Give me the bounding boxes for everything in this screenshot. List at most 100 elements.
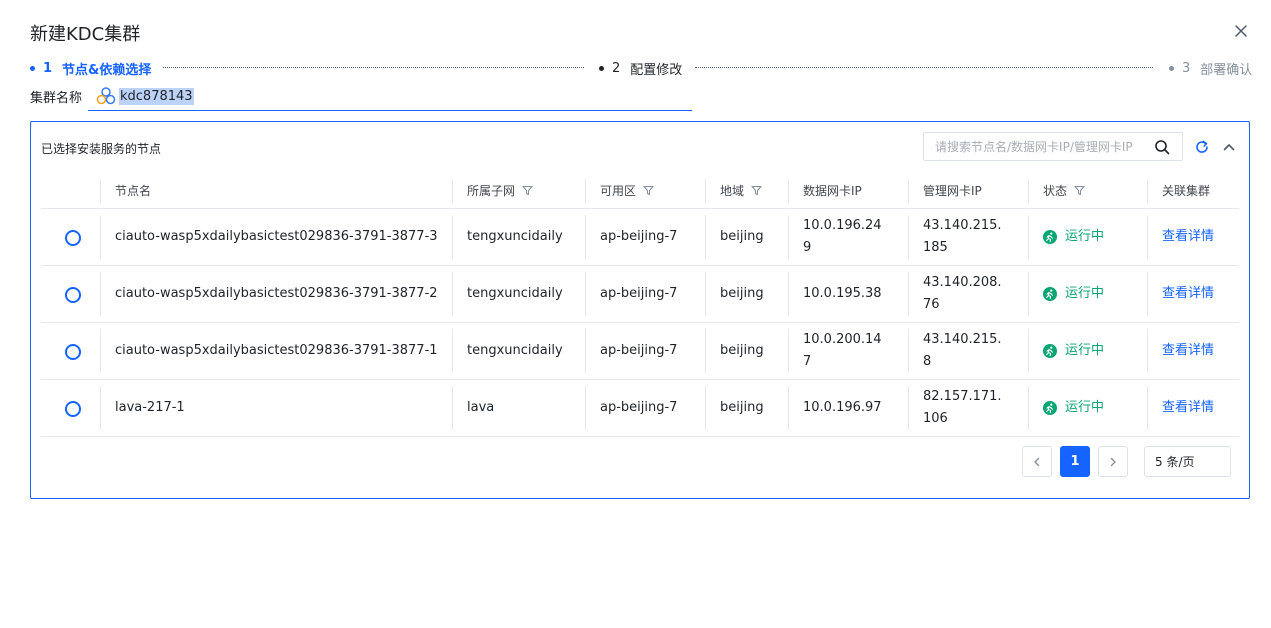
subnet-cell: tengxuncidaily — [467, 286, 563, 301]
refresh-icon[interactable] — [1194, 139, 1210, 155]
step-label: 配置修改 — [630, 62, 683, 78]
status-cell: 运行中 — [1043, 209, 1104, 265]
status-badge: 运行中 — [1043, 397, 1104, 419]
step-number: 2 — [612, 60, 621, 76]
step-dot — [30, 65, 35, 71]
chevron-right-icon — [1110, 457, 1116, 466]
step-3: 3 部署确认 — [1169, 58, 1252, 78]
cluster-icon — [96, 87, 116, 105]
column-divider — [908, 386, 909, 430]
column-divider — [1028, 329, 1029, 373]
zone-cell: ap-beijing-7 — [600, 343, 678, 358]
row-radio[interactable] — [65, 401, 81, 417]
step-label: 节点&依赖选择 — [62, 62, 152, 78]
column-divider — [452, 386, 453, 430]
status-text: 运行中 — [1065, 343, 1105, 358]
close-icon[interactable] — [1232, 22, 1250, 40]
node-name-cell: ciauto-wasp5xdailybasictest029836-3791-3… — [115, 229, 438, 244]
cluster-cell: 查看详情 — [1162, 209, 1214, 265]
column-divider — [1028, 272, 1029, 316]
status-badge: 运行中 — [1043, 226, 1104, 248]
status-text: 运行中 — [1065, 400, 1105, 415]
region-cell: beijing — [720, 343, 764, 358]
status-badge: 运行中 — [1043, 283, 1104, 305]
column-divider — [705, 272, 706, 316]
selected-nodes-panel: 已选择安装服务的节点 节点名 所属子网 可用区 地域 — [30, 121, 1250, 499]
search-input[interactable] — [924, 133, 1144, 160]
column-divider — [585, 179, 586, 203]
column-divider — [1147, 179, 1148, 203]
mgmt-ip-cell: 43.140.208.76 — [923, 275, 1002, 312]
column-divider — [908, 329, 909, 373]
column-divider — [585, 329, 586, 373]
page-size-select[interactable]: 5 条/页 — [1144, 446, 1231, 477]
column-divider — [1028, 386, 1029, 430]
filter-icon[interactable] — [643, 185, 654, 196]
column-header-status: 状态 — [1043, 173, 1085, 208]
status-badge: 运行中 — [1043, 340, 1104, 362]
subnet-cell: tengxuncidaily — [467, 229, 563, 244]
cluster-cell: 查看详情 — [1162, 380, 1214, 436]
column-divider — [452, 179, 453, 203]
running-icon — [1043, 230, 1057, 244]
column-header-label: 地域 — [720, 184, 745, 198]
running-icon — [1043, 344, 1057, 358]
table-row: ciauto-wasp5xdailybasictest029836-3791-3… — [41, 209, 1239, 266]
view-details-link[interactable]: 查看详情 — [1162, 283, 1214, 305]
cluster-name-value[interactable]: kdc878143 — [119, 87, 194, 105]
row-radio[interactable] — [65, 230, 81, 246]
column-header-label: 关联集群 — [1162, 184, 1211, 198]
table-row: ciauto-wasp5xdailybasictest029836-3791-3… — [41, 323, 1239, 380]
table-header: 节点名 所属子网 可用区 地域 数据网卡IP 管理网卡IP 状态 关联集群 — [41, 173, 1239, 209]
column-divider — [585, 272, 586, 316]
search-icon[interactable] — [1154, 139, 1170, 155]
column-header-node-name: 节点名 — [115, 173, 151, 208]
column-header-zone: 可用区 — [600, 173, 654, 208]
region-cell: beijing — [720, 286, 764, 301]
view-details-link[interactable]: 查看详情 — [1162, 397, 1214, 419]
filter-icon[interactable] — [1074, 185, 1085, 196]
filter-icon[interactable] — [522, 185, 533, 196]
filter-icon[interactable] — [751, 185, 762, 196]
subnet-cell: lava — [467, 400, 495, 415]
row-radio[interactable] — [65, 287, 81, 303]
status-cell: 运行中 — [1043, 323, 1104, 379]
table-body: ciauto-wasp5xdailybasictest029836-3791-3… — [41, 209, 1239, 437]
column-divider — [705, 215, 706, 259]
node-name-cell: ciauto-wasp5xdailybasictest029836-3791-3… — [115, 343, 438, 358]
column-divider — [1147, 329, 1148, 373]
column-divider — [908, 215, 909, 259]
cluster-name-label: 集群名称 — [30, 91, 83, 106]
column-divider — [585, 386, 586, 430]
cluster-name-input[interactable]: kdc878143 — [88, 82, 692, 111]
column-header-label: 管理网卡IP — [923, 184, 982, 198]
status-text: 运行中 — [1065, 229, 1105, 244]
column-divider — [452, 215, 453, 259]
node-name-cell: ciauto-wasp5xdailybasictest029836-3791-3… — [115, 286, 438, 301]
column-divider — [100, 386, 101, 430]
column-divider — [1028, 179, 1029, 203]
mgmt-ip-cell: 43.140.215.185 — [923, 218, 1002, 255]
column-divider — [100, 329, 101, 373]
row-radio[interactable] — [65, 344, 81, 360]
view-details-link[interactable]: 查看详情 — [1162, 226, 1214, 248]
data-ip-cell: 10.0.196.97 — [803, 400, 882, 415]
step-number: 1 — [43, 60, 53, 76]
column-divider — [1147, 215, 1148, 259]
column-divider — [1147, 386, 1148, 430]
column-divider — [908, 272, 909, 316]
next-page-button[interactable] — [1098, 446, 1128, 477]
view-details-link[interactable]: 查看详情 — [1162, 340, 1214, 362]
column-header-subnet: 所属子网 — [467, 173, 533, 208]
page-button-current[interactable]: 1 — [1060, 446, 1090, 477]
column-header-cluster: 关联集群 — [1162, 173, 1210, 208]
mgmt-ip-cell: 43.140.215.8 — [923, 332, 1002, 369]
chevron-up-icon[interactable] — [1222, 140, 1236, 154]
chevron-left-icon — [1034, 457, 1040, 466]
prev-page-button[interactable] — [1022, 446, 1052, 477]
column-header-region: 地域 — [720, 173, 762, 208]
column-header-label: 可用区 — [600, 184, 637, 198]
column-divider — [788, 386, 789, 430]
column-header-label: 数据网卡IP — [803, 184, 862, 198]
steps-bar: 1 节点&依赖选择 2 配置修改 3 部署确认 — [30, 58, 1252, 78]
